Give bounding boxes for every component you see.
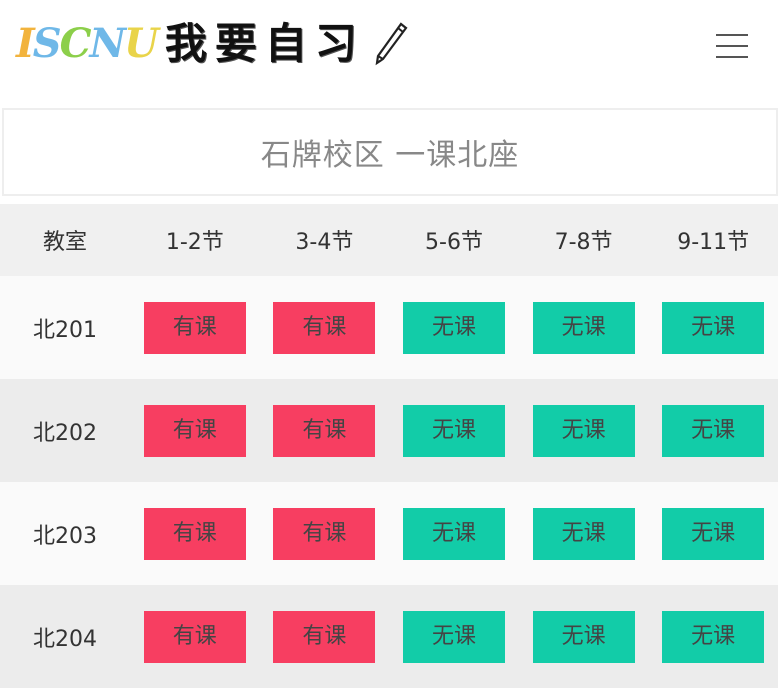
app-header: ISCNU 我要自习 — [0, 0, 782, 96]
slot-status-free[interactable]: 无课 — [402, 404, 505, 457]
slot-status-free[interactable]: 无课 — [662, 507, 765, 560]
app-title: 我要自习 — [164, 19, 365, 68]
slot-status-busy[interactable]: 有课 — [143, 610, 246, 663]
slot-cell: 有课 — [259, 585, 390, 688]
slot-cell: 有课 — [130, 276, 260, 379]
slot-cell: 无课 — [389, 585, 519, 688]
slot-status-busy[interactable]: 有课 — [273, 404, 376, 457]
table-row: 北203 有课 有课 无课 无课 无课 — [0, 482, 778, 585]
slot-cell: 无课 — [648, 482, 778, 585]
campus-building-title: 石牌校区 一课北座 — [2, 108, 778, 196]
column-header-period: 1-2节 — [130, 204, 260, 276]
slot-status-free[interactable]: 无课 — [532, 507, 635, 560]
iscnu-logo-mark: ISCNU — [16, 14, 159, 74]
slot-cell: 无课 — [648, 276, 778, 379]
slot-cell: 有课 — [259, 482, 390, 585]
hamburger-menu-icon — [716, 56, 748, 58]
room-name: 北201 — [0, 276, 130, 379]
room-name: 北203 — [0, 482, 130, 585]
slot-status-free[interactable]: 无课 — [662, 404, 765, 457]
hamburger-menu-icon — [716, 34, 748, 36]
slot-cell: 有课 — [130, 585, 260, 688]
slot-status-busy[interactable]: 有课 — [273, 610, 376, 663]
slot-cell: 有课 — [130, 482, 260, 585]
slot-cell: 有课 — [130, 379, 260, 482]
column-header-period: 7-8节 — [518, 204, 649, 276]
column-header-period: 9-11节 — [648, 204, 778, 276]
slot-status-free[interactable]: 无课 — [402, 507, 505, 560]
column-header-room: 教室 — [0, 204, 130, 276]
logo-letter: C — [59, 20, 92, 67]
hamburger-menu-icon — [716, 45, 748, 47]
slot-cell: 无课 — [518, 276, 649, 379]
table-row: 北202 有课 有课 无课 无课 无课 — [0, 379, 778, 482]
slot-status-busy[interactable]: 有课 — [143, 404, 246, 457]
slot-status-busy[interactable]: 有课 — [273, 301, 376, 354]
slot-status-free[interactable]: 无课 — [662, 301, 765, 354]
slot-status-free[interactable]: 无课 — [662, 610, 765, 663]
slot-status-free[interactable]: 无课 — [532, 610, 635, 663]
slot-status-busy[interactable]: 有课 — [143, 507, 246, 560]
table-header-row: 教室 1-2节 3-4节 5-6节 7-8节 9-11节 — [0, 204, 778, 276]
slot-status-free[interactable]: 无课 — [532, 404, 635, 457]
table-row: 北204 有课 有课 无课 无课 无课 — [0, 585, 778, 688]
column-header-period: 3-4节 — [259, 204, 390, 276]
room-name: 北204 — [0, 585, 130, 688]
slot-status-busy[interactable]: 有课 — [143, 301, 246, 354]
slot-status-free[interactable]: 无课 — [532, 301, 635, 354]
logo[interactable]: ISCNU 我要自习 — [16, 14, 409, 74]
column-header-period: 5-6节 — [389, 204, 519, 276]
slot-cell: 无课 — [648, 585, 778, 688]
slot-cell: 无课 — [389, 482, 519, 585]
slot-cell: 无课 — [389, 379, 519, 482]
logo-letter: S — [32, 20, 62, 67]
logo-letter: I — [16, 20, 35, 67]
menu-button[interactable] — [712, 30, 752, 62]
logo-letter: N — [89, 20, 126, 67]
slot-status-free[interactable]: 无课 — [402, 301, 505, 354]
pencil-icon — [375, 22, 408, 66]
slot-status-busy[interactable]: 有课 — [273, 507, 376, 560]
slot-cell: 无课 — [389, 276, 519, 379]
logo-letter: U — [124, 20, 159, 67]
slot-cell: 无课 — [648, 379, 778, 482]
slot-cell: 无课 — [518, 482, 649, 585]
slot-status-free[interactable]: 无课 — [402, 610, 505, 663]
table-row: 北201 有课 有课 无课 无课 无课 — [0, 276, 778, 379]
slot-cell: 无课 — [518, 379, 649, 482]
slot-cell: 无课 — [518, 585, 649, 688]
slot-cell: 有课 — [259, 276, 390, 379]
room-name: 北202 — [0, 379, 130, 482]
classroom-schedule-table: 教室 1-2节 3-4节 5-6节 7-8节 9-11节 北201 有课 有课 … — [0, 204, 778, 688]
slot-cell: 有课 — [259, 379, 390, 482]
